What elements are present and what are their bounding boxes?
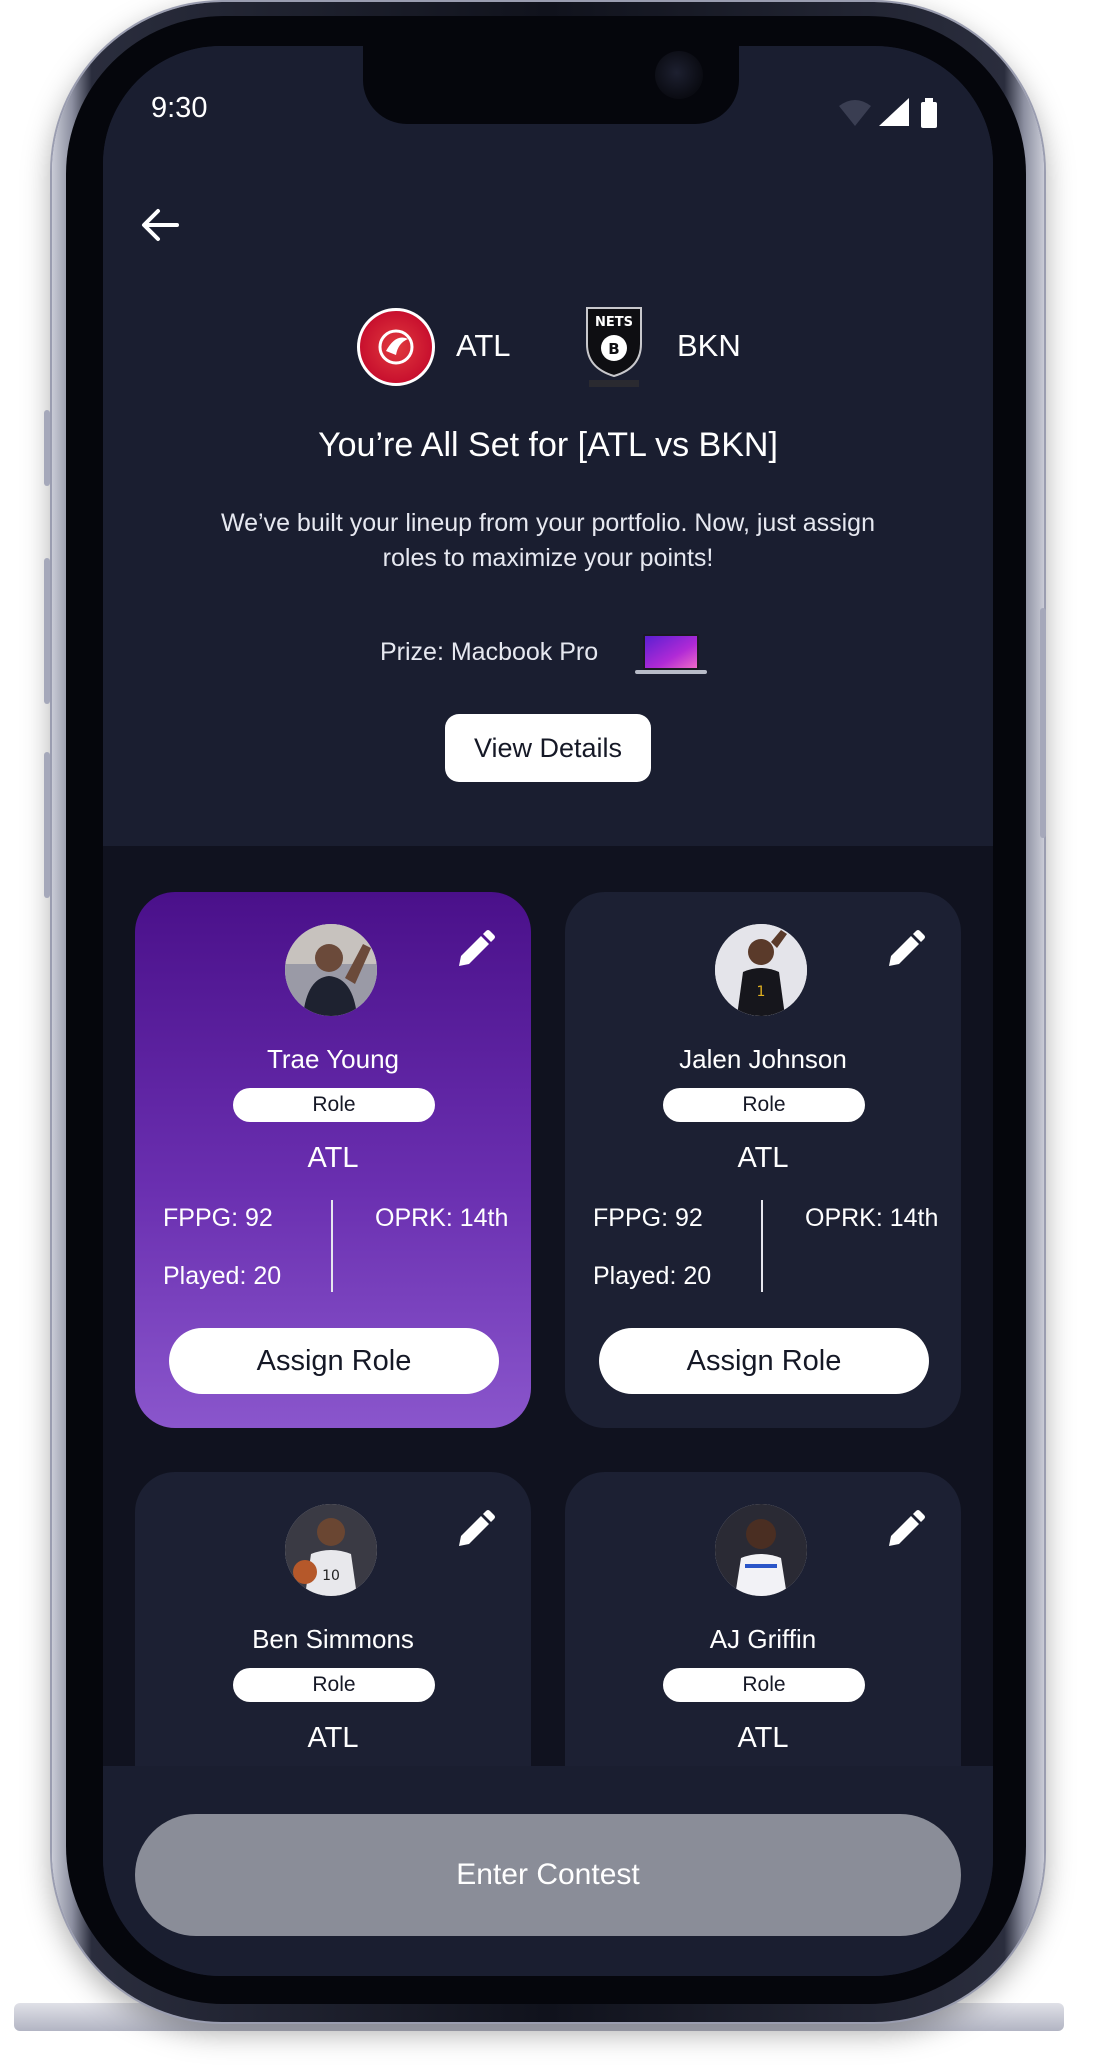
role-pill[interactable]: Role bbox=[233, 1088, 435, 1122]
player-avatar bbox=[715, 1504, 807, 1596]
status-icons bbox=[839, 98, 937, 128]
role-pill[interactable]: Role bbox=[663, 1088, 865, 1122]
app-screen: 9:30 ATL NETS B BKN You’re All Set for [… bbox=[103, 46, 993, 1976]
role-pill[interactable]: Role bbox=[663, 1668, 865, 1702]
player-avatar: 10 bbox=[285, 1504, 377, 1596]
volume-down-button bbox=[44, 752, 50, 898]
stat-played: Played: 20 bbox=[593, 1262, 712, 1290]
prize-row: Prize: Macbook Pro bbox=[103, 628, 993, 678]
matchup-teams: ATL NETS B BKN bbox=[103, 307, 993, 394]
stat-oprk: OPRK: 14th bbox=[805, 1204, 939, 1232]
assign-role-button[interactable]: Assign Role bbox=[599, 1328, 929, 1394]
player-avatar: 1 bbox=[715, 924, 807, 1016]
back-arrow-icon[interactable] bbox=[139, 204, 181, 246]
player-cards-grid: Trae Young Role ATL FPPG: 92 Played: 20 … bbox=[103, 846, 993, 1814]
header-section: 9:30 ATL NETS B BKN You’re All Set for [… bbox=[103, 46, 993, 846]
status-time: 9:30 bbox=[151, 92, 208, 124]
edit-pencil-icon[interactable] bbox=[451, 1508, 497, 1554]
bkn-nets-logo: NETS B bbox=[586, 307, 642, 387]
away-team-abbr: BKN bbox=[677, 328, 741, 363]
stat-played: Played: 20 bbox=[163, 1262, 282, 1290]
stat-divider bbox=[761, 1200, 763, 1292]
player-card-ben-simmons[interactable]: 10 Ben Simmons Role ATL bbox=[135, 1472, 531, 1814]
macbook-icon bbox=[635, 634, 707, 674]
atl-hawks-logo bbox=[357, 308, 435, 386]
svg-text:1: 1 bbox=[757, 984, 766, 1000]
enter-contest-button[interactable]: Enter Contest bbox=[135, 1814, 961, 1936]
mute-switch bbox=[44, 410, 50, 486]
player-name: Jalen Johnson bbox=[679, 1044, 847, 1074]
player-team: ATL bbox=[307, 1142, 359, 1174]
stat-divider bbox=[331, 1200, 333, 1292]
stat-oprk: OPRK: 14th bbox=[375, 1204, 509, 1232]
power-button bbox=[1040, 608, 1046, 838]
player-avatar bbox=[285, 924, 377, 1016]
stat-fppg: FPPG: 92 bbox=[163, 1204, 273, 1232]
role-pill[interactable]: Role bbox=[233, 1668, 435, 1702]
page-subtitle: We’ve built your lineup from your portfo… bbox=[220, 509, 875, 572]
signal-icon bbox=[879, 98, 909, 126]
svg-text:B: B bbox=[608, 340, 619, 358]
assign-role-button[interactable]: Assign Role bbox=[169, 1328, 499, 1394]
volume-up-button bbox=[44, 558, 50, 704]
player-card-aj-griffin[interactable]: AJ Griffin Role ATL bbox=[565, 1472, 961, 1814]
player-team: ATL bbox=[737, 1722, 789, 1754]
svg-text:10: 10 bbox=[322, 1568, 340, 1584]
battery-icon bbox=[921, 102, 937, 128]
wifi-icon bbox=[839, 100, 871, 126]
player-team: ATL bbox=[307, 1722, 359, 1754]
player-name: Ben Simmons bbox=[252, 1624, 414, 1654]
stat-fppg: FPPG: 92 bbox=[593, 1204, 703, 1232]
player-team: ATL bbox=[737, 1142, 789, 1174]
front-camera bbox=[655, 51, 703, 99]
edit-pencil-icon[interactable] bbox=[451, 928, 497, 974]
svg-text:NETS: NETS bbox=[595, 315, 633, 330]
view-details-button[interactable]: View Details bbox=[445, 714, 651, 782]
player-name: AJ Griffin bbox=[709, 1624, 817, 1654]
player-card-jalen-johnson[interactable]: 1 Jalen Johnson Role ATL FPPG: 92 Played… bbox=[565, 892, 961, 1428]
page-title: You’re All Set for [ATL vs BKN] bbox=[318, 426, 778, 464]
edit-pencil-icon[interactable] bbox=[881, 928, 927, 974]
player-card-trae-young[interactable]: Trae Young Role ATL FPPG: 92 Played: 20 … bbox=[135, 892, 531, 1428]
edit-pencil-icon[interactable] bbox=[881, 1508, 927, 1554]
prize-label: Prize: Macbook Pro bbox=[380, 638, 599, 666]
home-team-abbr: ATL bbox=[456, 328, 511, 363]
notch bbox=[363, 46, 739, 124]
player-name: Trae Young bbox=[266, 1044, 400, 1074]
